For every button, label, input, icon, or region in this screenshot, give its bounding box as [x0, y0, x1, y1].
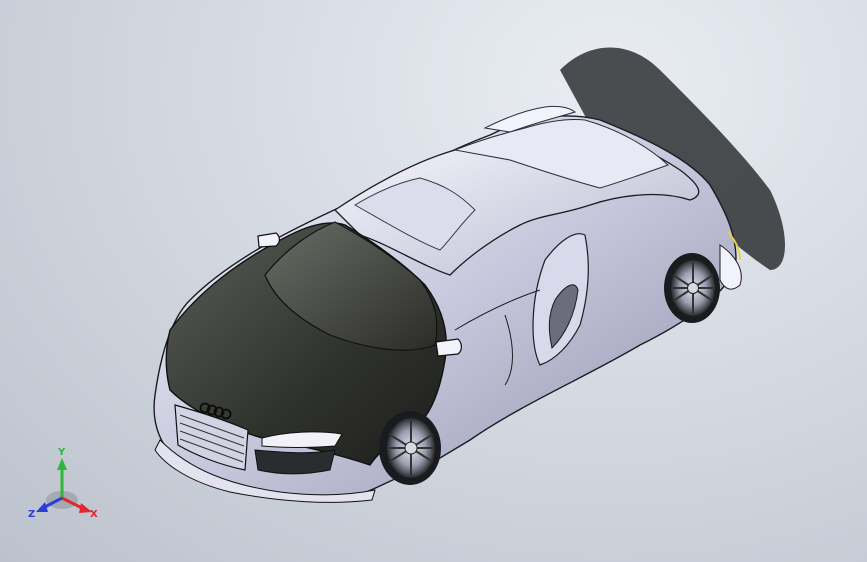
- triad-z-label: Z: [28, 509, 35, 520]
- view-triad[interactable]: Y X Z: [28, 447, 98, 520]
- car-left-mirror: [257, 232, 280, 248]
- triad-z-arrow: [36, 502, 48, 512]
- graphics-viewport[interactable]: Y X Z: [0, 0, 867, 562]
- rear-wheel: [664, 253, 720, 323]
- triad-x-label: X: [90, 509, 98, 520]
- car-right-mirror: [435, 338, 462, 357]
- front-wheel: [379, 411, 441, 485]
- triad-y-arrow: [57, 458, 67, 470]
- triad-y-label: Y: [57, 447, 66, 458]
- car-model-scene[interactable]: Y X Z: [0, 0, 867, 562]
- car-front-intake: [254, 449, 336, 475]
